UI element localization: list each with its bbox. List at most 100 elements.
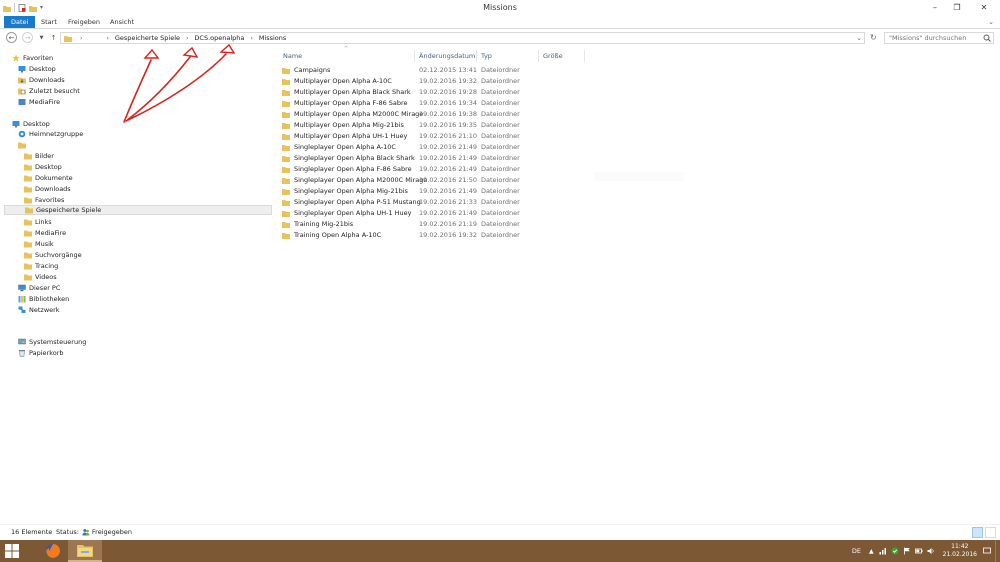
windows-start-icon[interactable]	[5, 544, 19, 558]
nav-item-favorites[interactable]: Favorites	[24, 195, 64, 205]
breadcrumb-separator-icon[interactable]: ›	[72, 35, 86, 42]
file-row[interactable]: Multiplayer Open Alpha M2000C Mirage 19.0…	[282, 109, 532, 119]
file-row[interactable]: Multiplayer Open Alpha A-10C 19.02.2016 1…	[282, 76, 532, 86]
breadcrumb-item[interactable]: Gespeicherte Spiele	[113, 34, 182, 42]
network-tray-icon[interactable]	[879, 547, 887, 555]
file-row[interactable]: Training Mig-21bis 19.02.2016 21:19 Dateio…	[282, 219, 532, 229]
clock[interactable]: 11:42 21.02.2016	[943, 543, 977, 559]
breadcrumb-separator-icon[interactable]: ›	[86, 35, 112, 42]
file-row[interactable]: Multiplayer Open Alpha Mig-21bis 19.02.20…	[282, 120, 532, 130]
recent-locations-icon[interactable]: ▼	[36, 32, 47, 43]
nav-item-favoriten[interactable]: Favoriten	[12, 53, 53, 63]
file-row[interactable]: Training Open Alpha A-10C 19.02.2016 19:3…	[282, 230, 532, 240]
nav-item-user-folder[interactable]	[18, 140, 29, 150]
details-view-button[interactable]	[972, 527, 983, 538]
column-divider[interactable]	[584, 50, 585, 62]
ribbon-expand-icon[interactable]: ⌄	[988, 18, 994, 26]
address-dropdown-icon[interactable]: ⌄	[856, 34, 862, 42]
large-icons-view-button[interactable]	[985, 527, 996, 538]
breadcrumb-separator-icon[interactable]: ›	[182, 35, 192, 42]
nav-item-netzwerk[interactable]: Netzwerk	[18, 305, 60, 315]
column-header-type[interactable]: Typ	[481, 50, 492, 62]
nav-item-mediafire[interactable]: MediaFire	[18, 97, 60, 107]
security-tray-icon[interactable]	[891, 547, 899, 555]
file-row[interactable]: Multiplayer Open Alpha F-86 Sabre 19.02.2…	[282, 98, 532, 108]
taskbar-firefox[interactable]	[36, 540, 70, 562]
nav-item-videos[interactable]: Videos	[24, 272, 57, 282]
file-row[interactable]: Multiplayer Open Alpha Black Shark 19.02.…	[282, 87, 532, 97]
input-language[interactable]: DE	[852, 547, 861, 555]
column-header-date[interactable]: Änderungsdatum	[419, 50, 475, 62]
file-date: 19.02.2016 21:49	[419, 209, 478, 217]
nav-item-suchvorgaenge[interactable]: Suchvorgänge	[24, 250, 82, 260]
column-divider[interactable]	[538, 50, 539, 62]
nav-item-desktop-folder[interactable]: Desktop	[24, 162, 62, 172]
folder-icon	[24, 175, 32, 182]
column-header-size[interactable]: Größe	[543, 50, 563, 62]
up-button[interactable]: ↑	[48, 32, 59, 43]
maximize-button[interactable]: ❐	[946, 0, 968, 14]
file-row[interactable]: Singleplayer Open Alpha A-10C 19.02.2016 …	[282, 142, 532, 152]
address-bar[interactable]: › › Gespeicherte Spiele › DCS.openalpha …	[60, 32, 865, 44]
nav-item-systemsteuerung[interactable]: Systemsteuerung	[18, 337, 86, 347]
nav-item-papierkorb[interactable]: Papierkorb	[18, 348, 64, 358]
column-header-name[interactable]: Name	[283, 50, 302, 62]
close-button[interactable]: ✕	[968, 0, 1000, 14]
libraries-icon	[18, 296, 26, 303]
nav-item-bibliotheken[interactable]: Bibliotheken	[18, 294, 69, 304]
search-icon[interactable]	[983, 34, 991, 42]
flag-tray-icon[interactable]	[903, 547, 911, 555]
file-row[interactable]: Singleplayer Open Alpha Black Shark 19.02…	[282, 153, 532, 163]
show-desktop-button[interactable]	[995, 540, 1000, 562]
forward-button[interactable]: →	[22, 32, 33, 43]
tab-freigeben[interactable]: Freigeben	[61, 16, 107, 28]
tab-start[interactable]: Start	[34, 16, 64, 28]
nav-item-desktop-root[interactable]: Desktop	[12, 119, 50, 129]
nav-item-dokumente[interactable]: Dokumente	[24, 173, 73, 183]
firefox-icon	[46, 544, 60, 558]
file-type: Dateiordner	[481, 198, 520, 206]
file-date: 19.02.2016 19:32	[419, 77, 478, 85]
nav-item-downloads[interactable]: Downloads	[18, 75, 65, 85]
notification-icon[interactable]	[983, 547, 991, 555]
file-row[interactable]: Singleplayer Open Alpha M2000C Mirage 19.…	[282, 175, 532, 185]
nav-item-tracing[interactable]: Tracing	[24, 261, 58, 271]
nav-item-heimnetzgruppe[interactable]: Heimnetzgruppe	[18, 129, 83, 139]
nav-item-gespeicherte-spiele[interactable]: Gespeicherte Spiele	[4, 205, 272, 215]
tab-ansicht[interactable]: Ansicht	[103, 16, 141, 28]
file-row[interactable]: Singleplayer Open Alpha Mig-21bis 19.02.2…	[282, 186, 532, 196]
breadcrumb-item[interactable]: DCS.openalpha	[192, 34, 246, 42]
file-row[interactable]: Singleplayer Open Alpha F-86 Sabre 19.02.…	[282, 164, 532, 174]
breadcrumb-separator-icon[interactable]: ›	[246, 35, 256, 42]
tray-expand-icon[interactable]: ▲	[869, 548, 874, 555]
nav-item-musik[interactable]: Musik	[24, 239, 54, 249]
file-row[interactable]: Singleplayer Open Alpha P-51 Mustang 19.0…	[282, 197, 532, 207]
folder-icon	[24, 219, 32, 226]
breadcrumb-item[interactable]: Missions	[257, 34, 288, 42]
nav-item-label: Favoriten	[23, 54, 54, 62]
search-input[interactable]	[884, 32, 994, 44]
nav-item-links[interactable]: Links	[24, 217, 52, 227]
nav-item-downloads-folder[interactable]: Downloads	[24, 184, 71, 194]
nav-item-mediafire-folder[interactable]: MediaFire	[24, 228, 66, 238]
nav-item-label: Downloads	[35, 185, 71, 193]
computer-icon	[18, 284, 26, 292]
nav-item-dieser-pc[interactable]: Dieser PC	[18, 283, 60, 293]
file-row[interactable]: Singleplayer Open Alpha UH-1 Huey 19.02.2…	[282, 208, 532, 218]
file-row[interactable]: Multiplayer Open Alpha UH-1 Huey 19.02.20…	[282, 131, 532, 141]
back-button[interactable]: ←	[6, 32, 17, 43]
tab-datei[interactable]: Datei	[4, 16, 36, 28]
volume-tray-icon[interactable]	[927, 547, 935, 555]
column-divider[interactable]	[414, 50, 415, 62]
file-row[interactable]: Campaigns 02.12.2015 13:41 Dateiordner	[282, 65, 532, 75]
nav-item-bilder[interactable]: Bilder	[24, 151, 54, 161]
nav-item-desktop[interactable]: Desktop	[18, 64, 56, 74]
downloads-icon	[18, 77, 26, 84]
folder-icon	[282, 155, 290, 162]
refresh-icon[interactable]: ↻	[870, 33, 877, 42]
column-divider[interactable]	[476, 50, 477, 62]
nav-item-zuletzt-besucht[interactable]: Zuletzt besucht	[18, 86, 80, 96]
power-tray-icon[interactable]	[914, 547, 923, 555]
minimize-button[interactable]: –	[924, 0, 946, 14]
taskbar-explorer[interactable]	[68, 540, 102, 562]
